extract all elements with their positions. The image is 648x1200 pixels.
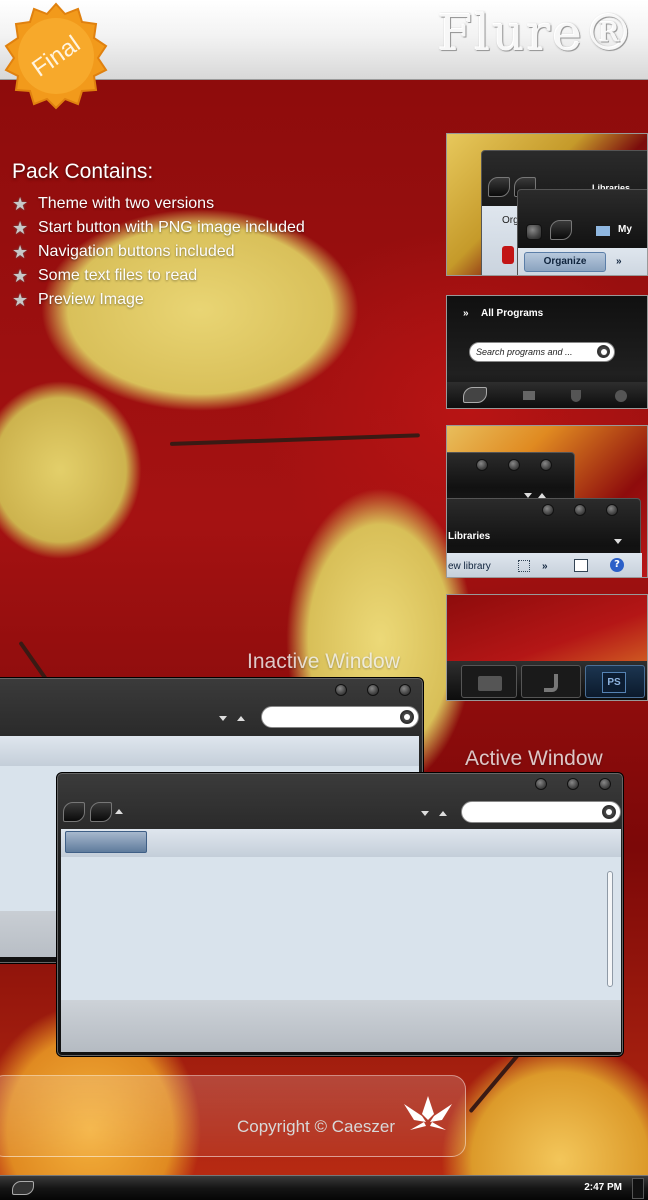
maximize-icon[interactable] [367,684,379,696]
search-input[interactable] [261,706,419,728]
close-icon[interactable] [599,778,611,790]
preview-pane-icon[interactable] [574,559,588,572]
start-orb-icon[interactable] [463,387,487,403]
active-content-pane [61,857,621,1000]
start-search-input[interactable]: Search programs and ... [469,342,615,362]
help-icon[interactable]: ? [610,558,624,572]
dropdown-icon[interactable] [219,716,227,721]
pack-item: ★ Navigation buttons included [12,242,235,262]
back-nav-icon[interactable] [488,177,510,197]
minimize-icon[interactable] [476,459,488,471]
copyright-panel [0,1075,466,1157]
mini-taskbar [447,382,647,408]
final-seal-badge: Final [4,2,108,110]
close-icon[interactable] [540,459,552,471]
folder-icon[interactable] [523,391,535,400]
organize-button[interactable] [65,831,147,853]
maximize-icon[interactable] [574,504,586,516]
search-input[interactable] [461,801,621,823]
photoshop-icon: PS [602,672,626,693]
minimize-icon[interactable] [335,684,347,696]
folder-icon [478,676,502,691]
close-icon[interactable] [399,684,411,696]
forward-nav-icon[interactable] [90,802,112,822]
pack-item: ★ Some text files to read [12,266,198,286]
star-icon: ★ [12,218,29,238]
star-icon: ★ [12,194,29,214]
active-command-bar [61,829,621,857]
inactive-command-bar [0,736,419,766]
preview-explorer-nav: Libraries Org My Organize » [446,133,648,276]
search-icon [602,805,616,819]
libraries-label: Libraries [448,531,491,542]
taskbar: 2:47 PM [0,1175,648,1200]
star-icon: ★ [12,290,29,310]
active-details-pane [61,1000,621,1052]
preview-start-menu: » All Programs Search programs and ... [446,295,648,409]
new-library-button[interactable]: ew library [448,561,491,572]
app-icon [502,246,514,264]
dropdown-icon[interactable] [614,539,622,544]
folder-icon [596,226,610,236]
pack-contents: Pack Contains: ★ Theme with two versions … [12,160,305,312]
all-programs-chevron: » [463,308,469,319]
start-orb-icon[interactable] [12,1181,34,1195]
pack-title: Pack Contains: [12,160,154,183]
pack-item: ★ Preview Image [12,290,144,310]
forward-nav-icon[interactable] [550,220,572,240]
caeszer-logo-icon [404,1096,452,1130]
minimize-icon[interactable] [542,504,554,516]
dropdown-icon[interactable] [421,811,429,816]
explorer-window-front: My Organize » [517,189,647,275]
search-icon [400,710,414,724]
photoshop-taskbar-button[interactable]: PS [585,665,645,698]
taskbar-clock: 2:47 PM [584,1182,622,1193]
music-taskbar-button[interactable] [521,665,581,698]
taskbar-strip: PS [447,661,647,700]
libraries-window-front: Libraries ew library » ? [447,498,642,577]
minimize-icon[interactable] [535,778,547,790]
search-icon [597,345,610,358]
maximize-icon[interactable] [508,459,520,471]
more-chevron[interactable]: » [616,256,622,267]
pack-item: ★ Start button with PNG image included [12,218,305,238]
music-icon [544,674,558,692]
close-icon[interactable] [606,504,618,516]
active-window-label: Active Window [465,747,603,770]
scrollbar[interactable] [607,871,613,987]
view-icon[interactable] [518,560,530,572]
preview-taskbar-icons: PS [446,594,648,701]
more-chevron[interactable]: » [542,561,548,572]
up-icon[interactable] [115,809,123,814]
up-icon[interactable] [237,716,245,721]
star-icon: ★ [12,242,29,262]
flure-logo: Flure® [437,4,636,62]
media-icon[interactable] [615,390,627,402]
path-my: My [618,224,632,235]
back-nav-icon[interactable] [63,802,85,822]
copyright-text: Copyright © Caeszer [237,1117,396,1136]
music-icon[interactable] [571,390,581,402]
up-icon[interactable] [439,811,447,816]
folder-taskbar-button[interactable] [461,665,517,698]
branch [169,433,420,446]
all-programs-link[interactable]: All Programs [481,308,543,319]
inactive-window-label: Inactive Window [247,650,400,673]
preview-libraries: Libraries ew library » ? [446,425,648,578]
pack-item: ★ Theme with two versions [12,194,215,214]
star-icon: ★ [12,266,29,286]
show-desktop-button[interactable] [632,1178,644,1199]
active-window[interactable] [56,772,624,1057]
maximize-icon[interactable] [567,778,579,790]
organize-button[interactable]: Organize [524,252,606,272]
back-arrow-icon[interactable] [526,224,542,240]
